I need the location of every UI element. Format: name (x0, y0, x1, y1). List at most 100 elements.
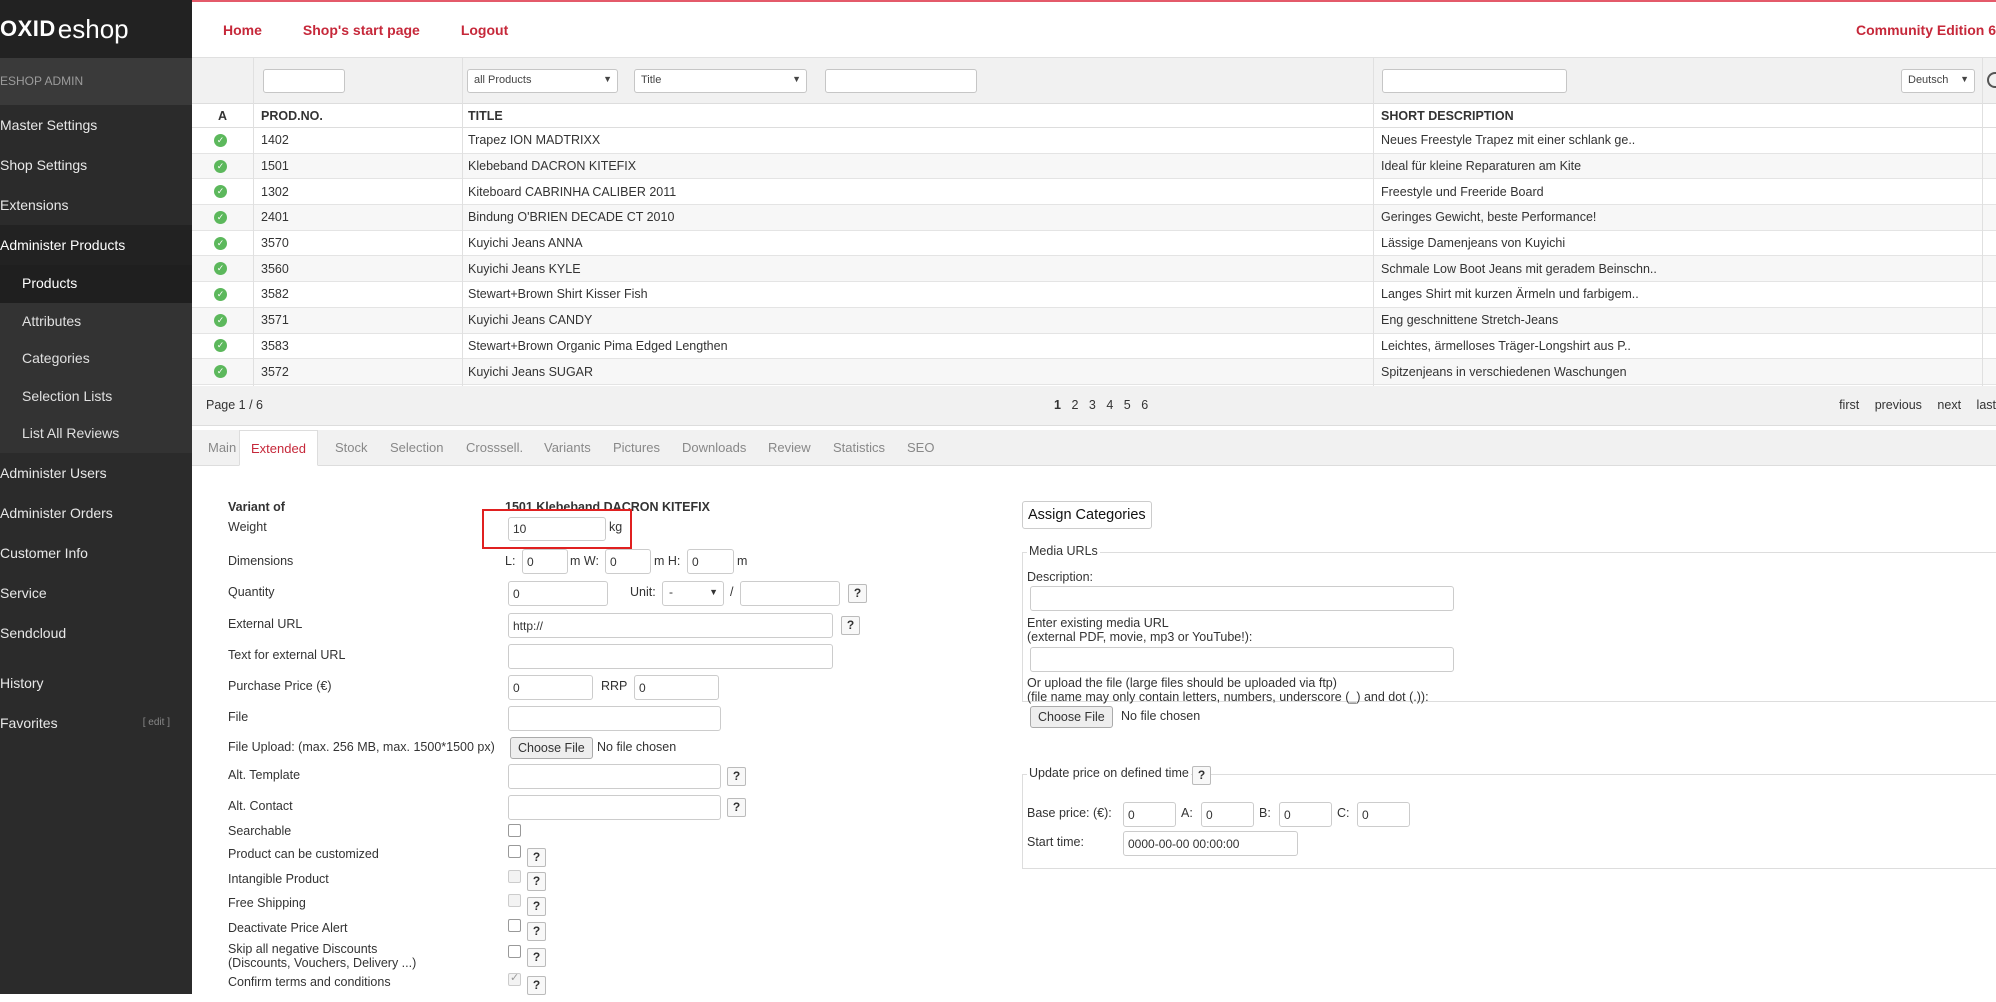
tab-review[interactable]: Review (766, 430, 813, 466)
subnav-attributes[interactable]: Attributes (0, 303, 192, 341)
choose-file-button[interactable]: Choose File (510, 737, 593, 759)
title-cell[interactable]: Kuyichi Jeans ANNA (468, 231, 583, 256)
price-alert-help-icon[interactable]: ? (527, 922, 546, 941)
last-page-link[interactable]: last (1977, 398, 1996, 412)
external-url-input[interactable]: http:// (508, 613, 833, 638)
language-select[interactable]: Deutsch ▼ (1901, 69, 1975, 93)
field-select[interactable]: Title ▼ (634, 69, 807, 93)
header-prodno[interactable]: PROD.NO. (261, 104, 323, 127)
prodno-cell[interactable]: 1501 (261, 154, 289, 179)
title-cell[interactable]: Kiteboard CABRINHA CALIBER 2011 (468, 179, 676, 204)
page-link-4[interactable]: 4 (1106, 398, 1113, 412)
alt-contact-help-icon[interactable]: ? (727, 798, 746, 817)
prodno-cell[interactable]: 3572 (261, 359, 289, 384)
page-link-6[interactable]: 6 (1141, 398, 1148, 412)
intangible-help-icon[interactable]: ? (527, 872, 546, 891)
length-input[interactable]: 0 (522, 549, 568, 574)
tab-selection[interactable]: Selection (388, 430, 445, 466)
skip-discounts-help-icon[interactable]: ? (527, 948, 546, 967)
media-url-input[interactable] (1030, 647, 1454, 672)
unit-select[interactable]: - ▼ (662, 581, 724, 606)
title-cell[interactable]: Bindung O'BRIEN DECADE CT 2010 (468, 205, 674, 230)
title-cell[interactable]: Trapez ION MADTRIXX (468, 128, 600, 153)
confirm-terms-checkbox[interactable] (508, 971, 521, 986)
purchase-price-input[interactable]: 0 (508, 675, 593, 700)
price-b-input[interactable]: 0 (1279, 802, 1332, 827)
update-price-help-icon[interactable]: ? (1192, 766, 1211, 785)
header-active[interactable]: A (218, 104, 227, 127)
external-url-help-icon[interactable]: ? (841, 616, 860, 635)
home-link[interactable]: Home (223, 22, 262, 38)
short-description-cell[interactable]: Lässige Damenjeans von Kuyichi (1381, 231, 1565, 256)
intangible-checkbox[interactable] (508, 870, 521, 883)
prodno-cell[interactable]: 3571 (261, 308, 289, 333)
searchable-checkbox[interactable] (508, 824, 521, 837)
tab-stock[interactable]: Stock (333, 430, 370, 466)
tab-statistics[interactable]: Statistics (831, 430, 887, 466)
free-shipping-checkbox[interactable] (508, 894, 521, 907)
title-cell[interactable]: Kuyichi Jeans SUGAR (468, 359, 593, 384)
media-description-input[interactable] (1030, 586, 1454, 611)
short-description-cell[interactable]: Schmale Low Boot Jeans mit geradem Beins… (1381, 256, 1657, 281)
page-link-5[interactable]: 5 (1124, 398, 1131, 412)
prodno-cell[interactable]: 1302 (261, 179, 289, 204)
rrp-input[interactable]: 0 (634, 675, 719, 700)
customizable-checkbox[interactable] (508, 845, 521, 858)
title-cell[interactable]: Kuyichi Jeans CANDY (468, 308, 592, 333)
page-link-1[interactable]: 1 (1054, 398, 1061, 412)
favorites-edit-link[interactable]: [ edit ] (143, 703, 170, 743)
external-url-text-input[interactable] (508, 644, 833, 669)
short-description-cell[interactable]: Geringes Gewicht, beste Performance! (1381, 205, 1596, 230)
tab-pictures[interactable]: Pictures (611, 430, 662, 466)
customizable-help-icon[interactable]: ? (527, 848, 546, 867)
nav-administer-users[interactable]: Administer Users (0, 453, 192, 493)
search-icon[interactable] (1987, 72, 1996, 88)
width-input[interactable]: 0 (605, 549, 651, 574)
short-description-cell[interactable]: Langes Shirt mit kurzen Ärmeln und farbi… (1381, 282, 1639, 307)
prodno-cell[interactable]: 3582 (261, 282, 289, 307)
tab-crosssell[interactable]: Crosssell. (464, 430, 525, 466)
price-c-input[interactable]: 0 (1357, 802, 1410, 827)
next-page-link[interactable]: next (1937, 398, 1961, 412)
skip-discounts-checkbox[interactable] (508, 945, 521, 958)
title-cell[interactable]: Stewart+Brown Shirt Kisser Fish (468, 282, 648, 307)
short-description-cell[interactable]: Freestyle und Freeride Board (1381, 179, 1544, 204)
tab-downloads[interactable]: Downloads (680, 430, 748, 466)
nav-history[interactable]: History (0, 663, 192, 703)
first-page-link[interactable]: first (1839, 398, 1859, 412)
tab-seo[interactable]: SEO (905, 430, 936, 466)
tab-main[interactable]: Main (206, 430, 238, 466)
page-link-3[interactable]: 3 (1089, 398, 1096, 412)
page-link-2[interactable]: 2 (1071, 398, 1078, 412)
prodno-cell[interactable]: 3570 (261, 231, 289, 256)
nav-customer-info[interactable]: Customer Info (0, 533, 192, 573)
short-description-cell[interactable]: Eng geschnittene Stretch-Jeans (1381, 308, 1558, 333)
nav-administer-products[interactable]: Administer Products (0, 225, 192, 265)
confirm-terms-help-icon[interactable]: ? (527, 976, 546, 995)
title-cell[interactable]: Stewart+Brown Organic Pima Edged Lengthe… (468, 334, 728, 359)
short-description-filter-input[interactable] (1382, 69, 1567, 93)
nav-administer-orders[interactable]: Administer Orders (0, 493, 192, 533)
logo[interactable]: OXID eshop (0, 0, 192, 58)
unit-name-input[interactable] (740, 581, 840, 606)
price-a-input[interactable]: 0 (1201, 802, 1254, 827)
base-price-input[interactable]: 0 (1123, 802, 1176, 827)
prodno-cell[interactable]: 3583 (261, 334, 289, 359)
short-description-cell[interactable]: Leichtes, ärmelloses Träger-Longshirt au… (1381, 334, 1631, 359)
start-time-input[interactable]: 0000-00-00 00:00:00 (1123, 831, 1298, 856)
free-shipping-help-icon[interactable]: ? (527, 897, 546, 916)
nav-extensions[interactable]: Extensions (0, 185, 192, 225)
prodno-cell[interactable]: 2401 (261, 205, 289, 230)
subnav-categories[interactable]: Categories (0, 340, 192, 378)
short-description-cell[interactable]: Ideal für kleine Reparaturen am Kite (1381, 154, 1581, 179)
nav-shop-settings[interactable]: Shop Settings (0, 145, 192, 185)
subnav-selection-lists[interactable]: Selection Lists (0, 378, 192, 416)
shop-start-page-link[interactable]: Shop's start page (303, 22, 420, 38)
subnav-products[interactable]: Products (0, 265, 192, 303)
prodno-cell[interactable]: 3560 (261, 256, 289, 281)
media-choose-file-button[interactable]: Choose File (1030, 706, 1113, 728)
nav-favorites[interactable]: Favorites [ edit ] (0, 703, 192, 743)
prodno-filter-input[interactable] (263, 69, 345, 93)
header-short-description[interactable]: SHORT DESCRIPTION (1381, 104, 1514, 127)
tab-variants[interactable]: Variants (542, 430, 593, 466)
